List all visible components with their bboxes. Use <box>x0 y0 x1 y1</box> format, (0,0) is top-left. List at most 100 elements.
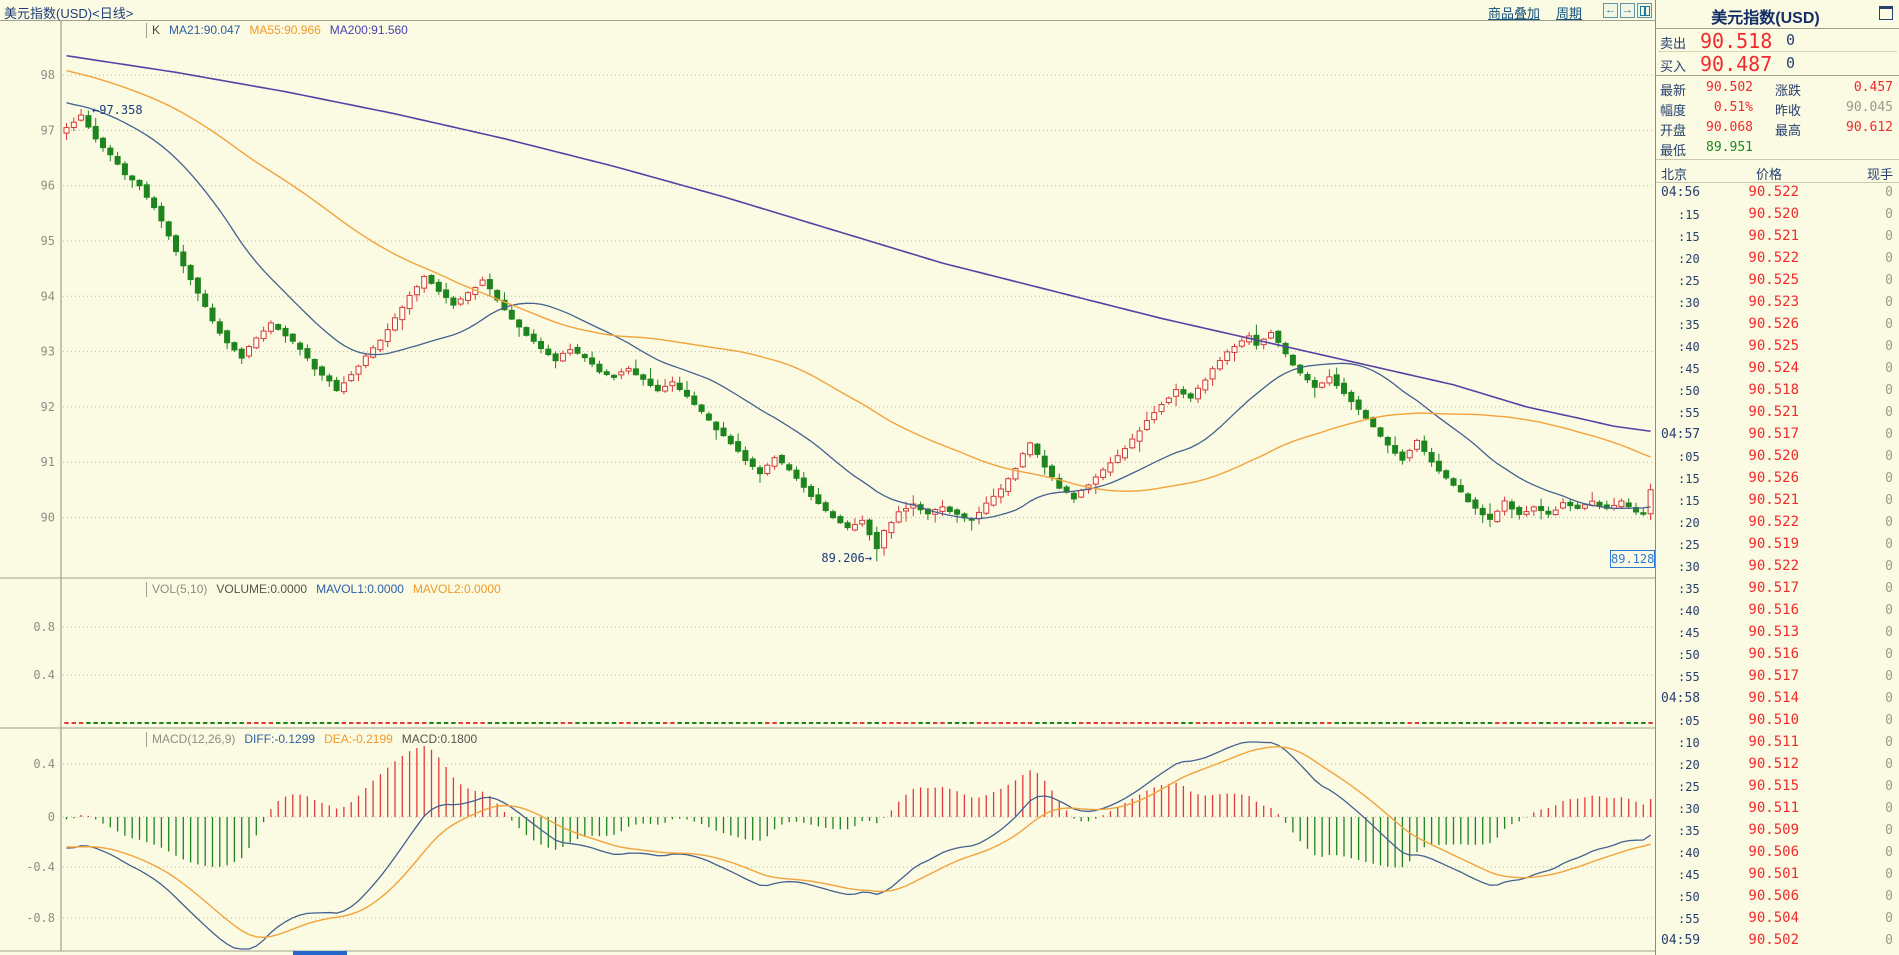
quote-stats: 最新90.502涨跌0.457幅度0.51%昨收90.045开盘90.068最高… <box>1656 77 1899 157</box>
tick-time: :20 <box>1678 758 1700 772</box>
period-link[interactable]: 周期 <box>1556 3 1582 22</box>
tick-time: :20 <box>1678 252 1700 266</box>
tick-volume: 0 <box>1885 691 1893 706</box>
divider <box>1658 51 1897 52</box>
tick-volume: 0 <box>1885 427 1893 442</box>
tick-price: 90.524 <box>1748 360 1799 376</box>
main-pane-header: KMA21:90.047MA55:90.966MA200:91.560 <box>146 23 417 38</box>
divider <box>1656 159 1899 160</box>
tick-time: :15 <box>1678 230 1700 244</box>
tick-price: 90.522 <box>1748 558 1799 574</box>
bid-label: 买入 <box>1660 56 1686 75</box>
price-axis-label: 98 <box>41 68 55 82</box>
tick-time: :30 <box>1678 560 1700 574</box>
tick-row: :5590.5170 <box>1656 665 1899 687</box>
macd-axis-label: 0.4 <box>33 757 55 771</box>
divider <box>1656 75 1899 76</box>
horizontal-scrollbar-thumb[interactable] <box>293 951 347 955</box>
tick-time: :35 <box>1678 824 1700 838</box>
tick-price: 90.502 <box>1748 932 1799 948</box>
tick-time: 04:59 <box>1661 933 1700 948</box>
stat-row-3: 最低89.951 <box>1656 137 1899 157</box>
tick-row: 04:56 90.522 0 <box>1656 181 1899 203</box>
tick-volume: 0 <box>1885 823 1893 838</box>
tick-time: :35 <box>1678 318 1700 332</box>
tick-row: :5090.5180 <box>1656 379 1899 401</box>
vol-axis-label: 0.4 <box>33 668 55 682</box>
tick-volume: 0 <box>1885 295 1893 310</box>
macd-axis-label: -0.8 <box>26 911 55 925</box>
stat-value: 90.068 <box>1706 120 1753 135</box>
tick-time: 04:58 <box>1661 691 1700 706</box>
tick-row: :4090.5250 <box>1656 335 1899 357</box>
tick-price: 90.522 <box>1748 184 1799 200</box>
tick-row: :30 90.522 0 <box>1656 555 1899 577</box>
tick-row: :3590.5260 <box>1656 313 1899 335</box>
tick-volume: 0 <box>1885 845 1893 860</box>
split-view-icon[interactable] <box>1637 3 1652 18</box>
tick-row: :2090.5120 <box>1656 753 1899 775</box>
tick-price: 90.522 <box>1748 514 1799 530</box>
window-restore-icon[interactable] <box>1879 6 1893 20</box>
tick-time: :20 <box>1678 516 1700 530</box>
ask-row[interactable]: 卖出 90.518 0 <box>1656 29 1899 52</box>
tick-list[interactable]: 04:56 90.522 0 :15 90.520 0 :15 90.521 0 :20 90.52… <box>1656 181 1899 955</box>
macd-axis-label: -0.4 <box>26 860 55 874</box>
next-symbol-icon[interactable]: → <box>1620 3 1635 18</box>
price-axis-label: 97 <box>41 123 55 137</box>
tick-volume: 0 <box>1885 779 1893 794</box>
tick-row: :2590.5150 <box>1656 775 1899 797</box>
overlay-link[interactable]: 商品叠加 <box>1488 3 1540 22</box>
tick-time: :40 <box>1678 604 1700 618</box>
tick-volume: 0 <box>1885 273 1893 288</box>
tick-price: 90.511 <box>1748 800 1799 816</box>
tick-volume: 0 <box>1885 185 1893 200</box>
quote-panel-title: 美元指数(USD) <box>1656 4 1875 28</box>
price-chart-canvas[interactable]: 9897969594939291900.80.40.40-0.4-0.8 <box>0 0 1655 955</box>
stat-row-0: 最新90.502涨跌0.457 <box>1656 77 1899 97</box>
tick-time: :15 <box>1678 494 1700 508</box>
tick-volume: 0 <box>1885 757 1893 772</box>
tick-price: 90.525 <box>1748 338 1799 354</box>
tick-price: 90.521 <box>1748 492 1799 508</box>
tick-volume: 0 <box>1885 515 1893 530</box>
tick-price: 90.520 <box>1748 448 1799 464</box>
tick-row: :20 90.522 0 <box>1656 511 1899 533</box>
tick-time: :45 <box>1678 868 1700 882</box>
tick-volume: 0 <box>1885 493 1893 508</box>
tick-row: :4090.5160 <box>1656 599 1899 621</box>
price-axis-label: 92 <box>41 400 55 414</box>
tick-time: 04:57 <box>1661 427 1700 442</box>
tick-row: :3590.5090 <box>1656 819 1899 841</box>
tick-volume: 0 <box>1885 581 1893 596</box>
tick-volume: 0 <box>1885 229 1893 244</box>
tick-price: 90.513 <box>1748 624 1799 640</box>
high-annotation: ←97.358 <box>92 103 143 117</box>
stat-value: 90.502 <box>1706 80 1753 95</box>
tick-volume: 0 <box>1885 669 1893 684</box>
tick-volume: 0 <box>1885 867 1893 882</box>
tick-time: :30 <box>1678 296 1700 310</box>
tick-volume: 0 <box>1885 559 1893 574</box>
price-axis-label: 91 <box>41 455 55 469</box>
tick-volume: 0 <box>1885 471 1893 486</box>
macd-pane-header: MACD(12,26,9)DIFF:-0.1299DEA:-0.2199MACD… <box>146 732 486 747</box>
tick-time: :50 <box>1678 890 1700 904</box>
tick-row: :3090.5110 <box>1656 797 1899 819</box>
tick-volume: 0 <box>1885 801 1893 816</box>
chart-titlebar: 美元指数(USD)<日线> 商品叠加 周期 ← → <box>0 0 1655 21</box>
bid-row[interactable]: 买入 90.487 0 <box>1656 52 1899 75</box>
tick-row: :0590.5200 <box>1656 445 1899 467</box>
tick-row: :4590.5010 <box>1656 863 1899 885</box>
prev-symbol-icon[interactable]: ← <box>1603 3 1618 18</box>
main-ma-segment-3: MA200:91.560 <box>330 23 408 37</box>
ask-size: 0 <box>1786 31 1795 49</box>
price-axis-label: 96 <box>41 179 55 193</box>
price-tag-label: 89.128 <box>1610 550 1655 568</box>
tick-volume: 0 <box>1885 625 1893 640</box>
tick-row: :3590.5170 <box>1656 577 1899 599</box>
tick-time: 04:56 <box>1661 185 1700 200</box>
stat-value: 89.951 <box>1706 140 1753 155</box>
quote-panel-titlebar: 美元指数(USD) <box>1656 0 1899 29</box>
tick-time: :15 <box>1678 472 1700 486</box>
